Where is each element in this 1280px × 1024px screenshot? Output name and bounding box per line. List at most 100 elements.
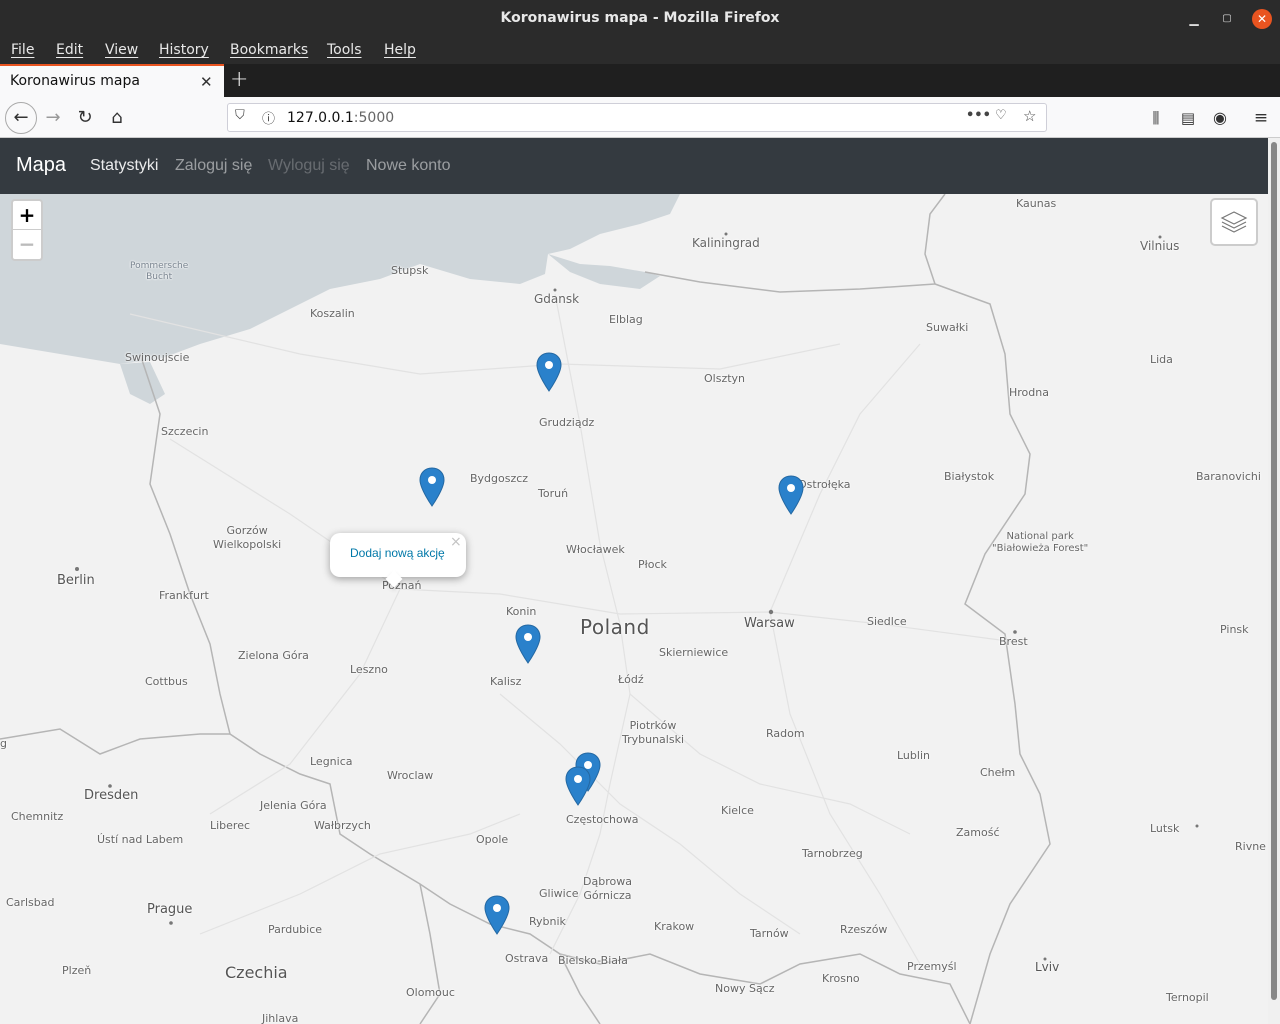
label-bydgoszcz: Bydgoszcz <box>470 472 529 485</box>
map-marker[interactable] <box>778 475 804 515</box>
label-szczecin: Szczecin <box>161 425 209 438</box>
label-czestochowa: Częstochowa <box>566 813 639 826</box>
map-marker[interactable] <box>536 352 562 392</box>
library-icon[interactable]: ⫼ <box>1143 105 1169 131</box>
label-plzen: Plzeň <box>62 964 92 977</box>
label-bielsko: Bielsko-Biała <box>558 954 628 967</box>
label-jihlava: Jihlava <box>262 1012 299 1024</box>
label-piotrkow: Piotrków Trybunalski <box>622 719 685 746</box>
label-tarnow: Tarnów <box>750 927 789 940</box>
label-przemysl: Przemyśl <box>907 960 957 973</box>
label-chemnitz: Chemnitz <box>11 810 64 823</box>
label-pommersche: Pommersche Bucht <box>130 261 189 282</box>
label-kaunas: Kaunas <box>1016 197 1057 210</box>
home-icon[interactable]: ⌂ <box>104 105 130 131</box>
label-brest: Brest <box>999 635 1028 648</box>
label-dabrowa: Dąbrowa Górnicza <box>583 875 632 902</box>
label-zamosc: Zamość <box>956 826 1000 839</box>
map-container[interactable]: Pommersche Bucht Kaliningrad Kaunas Viln… <box>0 194 1268 1024</box>
reload-icon[interactable]: ↻ <box>72 105 98 131</box>
menu-view[interactable]: View <box>105 42 138 58</box>
label-lviv: Lviv <box>1035 960 1060 974</box>
label-wloclawek: Włocławek <box>566 543 625 556</box>
label-wroclaw: Wroclaw <box>387 769 434 782</box>
forward-arrow-icon[interactable]: → <box>40 105 66 131</box>
scrollbar-thumb[interactable] <box>1271 142 1277 1000</box>
menu-help[interactable]: Help <box>384 42 416 58</box>
label-konin: Konin <box>506 605 537 618</box>
map-marker[interactable] <box>419 467 445 507</box>
map-popup: Dodaj nową akcję × <box>330 533 466 588</box>
label-krosno: Krosno <box>822 972 860 985</box>
map-marker[interactable] <box>515 624 541 664</box>
bookmark-star-icon[interactable]: ☆ <box>1023 107 1036 125</box>
zoom-out-button[interactable]: − <box>13 230 41 259</box>
pocket-icon[interactable]: ♡ <box>995 108 1007 123</box>
label-pinsk: Pinsk <box>1220 623 1249 636</box>
close-window-icon[interactable]: ✕ <box>1252 9 1272 29</box>
label-rzeszow: Rzeszów <box>840 923 888 936</box>
label-liberec: Liberec <box>210 819 251 832</box>
menu-edit[interactable]: Edit <box>56 42 83 58</box>
menu-file[interactable]: File <box>11 42 34 58</box>
minimize-icon[interactable]: ▁ <box>1184 9 1204 29</box>
back-arrow-icon[interactable]: ← <box>5 102 37 134</box>
account-icon[interactable]: ◉ <box>1207 105 1233 131</box>
menu-tools[interactable]: Tools <box>327 42 362 58</box>
page-actions-icon[interactable]: ••• <box>966 108 991 123</box>
tracking-shield-icon[interactable]: ⛉ <box>235 108 245 123</box>
label-lutsk: Lutsk <box>1150 822 1180 835</box>
menu-bookmarks[interactable]: Bookmarks <box>230 42 308 58</box>
label-opole: Opole <box>476 833 509 846</box>
sidebar-icon[interactable]: ▤ <box>1175 105 1201 131</box>
brand-link[interactable]: Mapa <box>16 154 66 177</box>
url-port: :5000 <box>353 110 395 126</box>
label-suwalki: Suwałki <box>926 321 969 334</box>
label-ostroleka: Ostrołęka <box>798 478 851 491</box>
nav-logout[interactable]: Wyloguj się <box>268 157 350 175</box>
map-marker[interactable] <box>484 895 510 935</box>
zoom-in-button[interactable]: + <box>13 201 41 230</box>
label-lodz: Łódź <box>618 673 644 686</box>
label-ostrava: Ostrava <box>505 952 549 965</box>
menu-history[interactable]: History <box>159 42 209 58</box>
label-czechia: Czechia <box>225 963 288 982</box>
label-radom: Radom <box>766 727 805 740</box>
url-bar[interactable]: ⛉ ⓘ 127.0.0.1:5000 ••• ♡ ☆ <box>227 103 1047 132</box>
label-stupsk: Stupsk <box>391 264 429 277</box>
label-rivne: Rivne <box>1235 840 1266 853</box>
label-lida: Lida <box>1150 353 1173 366</box>
label-poland: Poland <box>580 615 650 639</box>
label-elblag: Elblag <box>609 313 643 326</box>
label-hrodna: Hrodna <box>1009 386 1049 399</box>
site-info-icon[interactable]: ⓘ <box>262 108 275 127</box>
app-navbar: Mapa Statystyki Zaloguj się Wyloguj się … <box>0 138 1268 194</box>
label-dresden: Dresden <box>84 788 139 803</box>
label-gliwice: Gliwice <box>539 887 579 900</box>
label-park: National park "Białowieża Forest" <box>992 531 1089 554</box>
label-usti: Ústí nad Labem <box>97 833 184 846</box>
label-krakow: Krakow <box>654 920 695 933</box>
new-tab-button[interactable]: + <box>230 67 248 92</box>
label-prague: Prague <box>147 902 193 917</box>
hamburger-menu-icon[interactable]: ≡ <box>1248 105 1274 131</box>
layers-icon <box>1220 211 1248 233</box>
nav-register[interactable]: Nowe konto <box>366 157 451 175</box>
label-lublin: Lublin <box>897 749 930 762</box>
tab-close-icon[interactable]: ✕ <box>200 73 213 91</box>
layers-control[interactable] <box>1210 198 1258 246</box>
label-nowysacz: Nowy Sącz <box>715 982 775 995</box>
zoom-control: + − <box>11 199 43 261</box>
add-action-link[interactable]: Dodaj nową akcję <box>350 546 445 560</box>
nav-login[interactable]: Zaloguj się <box>175 157 252 175</box>
url-text: 127.0.0.1:5000 <box>287 110 394 126</box>
maximize-icon[interactable]: ▢ <box>1217 9 1237 29</box>
map-marker[interactable] <box>565 766 591 806</box>
window-titlebar: Koronawirus mapa - Mozilla Firefox ▁ ▢ ✕ <box>0 0 1280 37</box>
label-swinoujscie: Swinoujscie <box>125 351 190 364</box>
popup-close-icon[interactable]: × <box>450 534 462 550</box>
nav-stats[interactable]: Statystyki <box>90 157 158 175</box>
vertical-scrollbar[interactable] <box>1268 138 1280 1024</box>
label-rybnik: Rybnik <box>529 915 566 928</box>
tab-koronawirus[interactable]: Koronawirus mapa ✕ <box>0 64 224 97</box>
